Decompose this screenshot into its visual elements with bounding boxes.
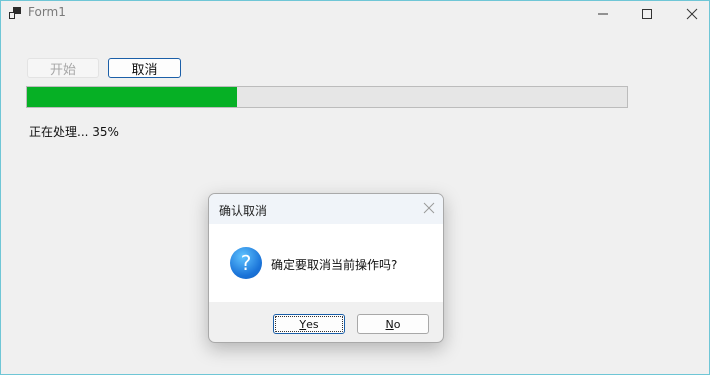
yes-button[interactable]: Yes — [273, 314, 345, 334]
app-icon — [9, 7, 21, 19]
progress-bar — [26, 86, 628, 108]
minimize-icon — [598, 13, 608, 15]
dialog-message: 确定要取消当前操作吗? — [271, 258, 398, 272]
close-button[interactable] — [669, 1, 710, 27]
dialog-close-icon[interactable] — [423, 202, 435, 214]
no-mnemonic: N — [385, 317, 394, 331]
start-button[interactable]: 开始 — [27, 58, 99, 78]
cancel-button[interactable]: 取消 — [108, 58, 181, 78]
dialog-title: 确认取消 — [219, 204, 268, 218]
maximize-button[interactable] — [624, 1, 670, 27]
no-label: o — [393, 317, 401, 331]
maximize-icon — [642, 9, 652, 19]
title-bar[interactable]: Form1 — [1, 1, 709, 27]
close-icon — [686, 8, 698, 20]
status-label: 正在处理... 35% — [29, 125, 119, 139]
window-title: Form1 — [28, 5, 66, 19]
yes-label: es — [306, 317, 319, 331]
confirm-dialog: 确认取消 ? 确定要取消当前操作吗? Yes No — [208, 193, 444, 343]
minimize-button[interactable] — [580, 1, 626, 27]
no-button[interactable]: No — [357, 314, 429, 334]
dialog-body: ? 确定要取消当前操作吗? — [209, 224, 443, 302]
progress-fill — [27, 87, 237, 107]
question-icon: ? — [230, 247, 262, 279]
yes-mnemonic: Y — [299, 317, 307, 331]
main-window: Form1 开始 取消 正在处理... 35% 确认取消 ? 确定要取消当前操作… — [0, 0, 710, 375]
dialog-title-bar[interactable]: 确认取消 — [209, 194, 443, 224]
